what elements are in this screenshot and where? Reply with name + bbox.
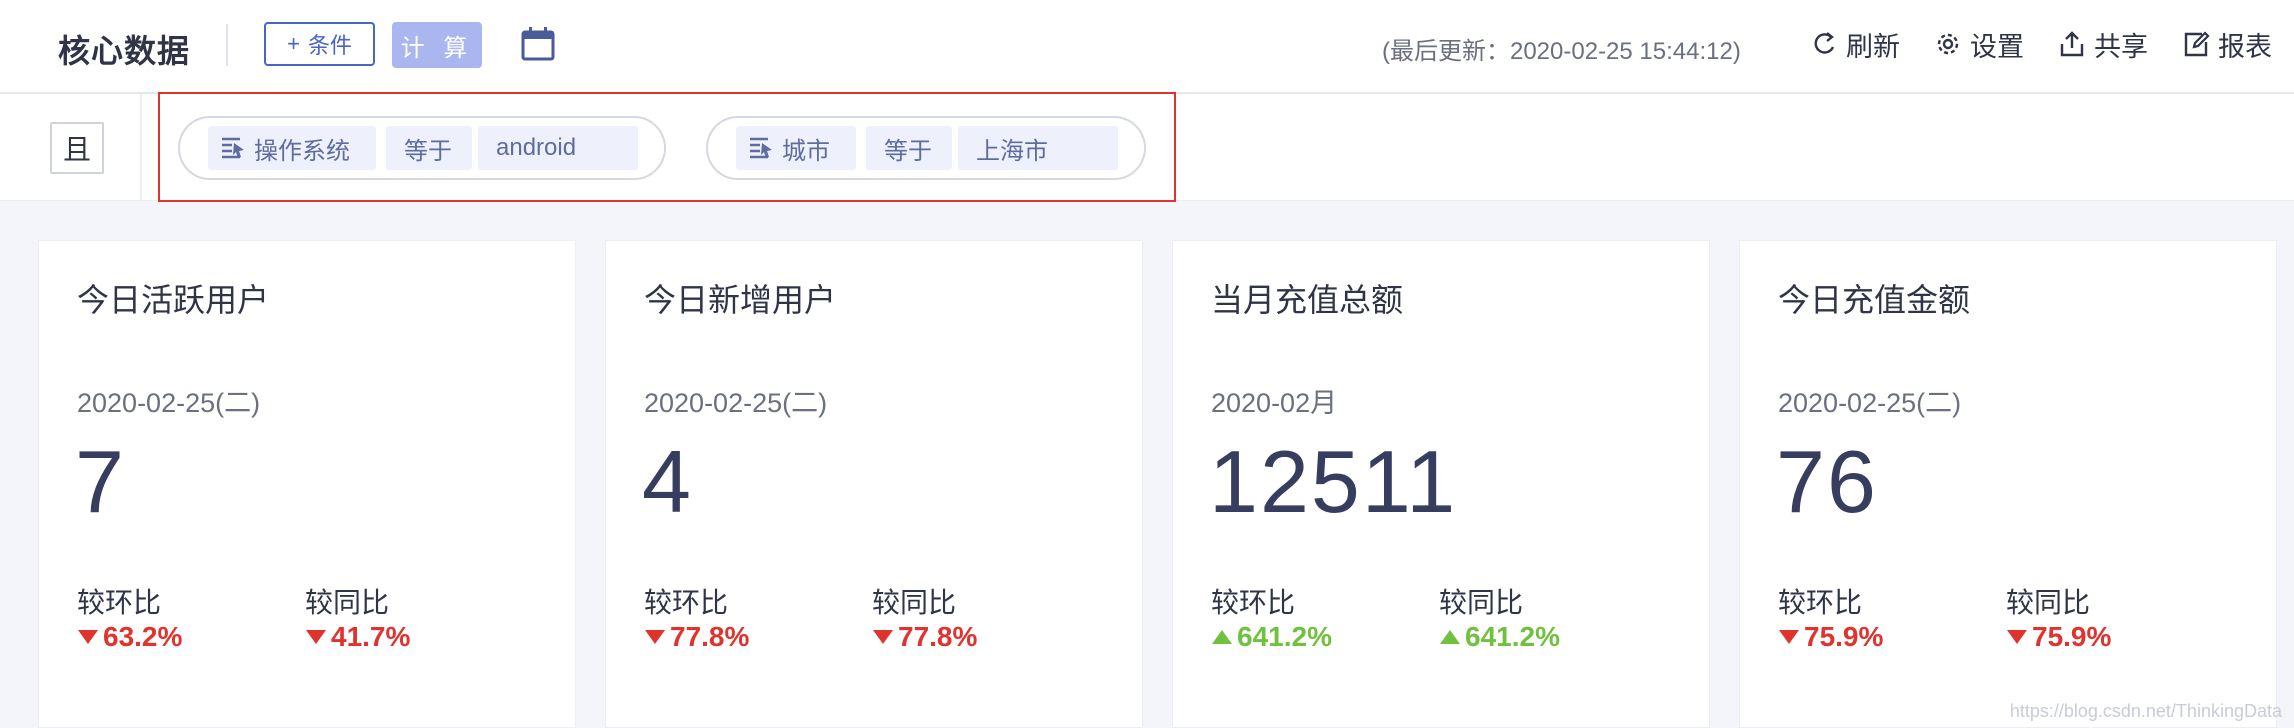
card-value: 7 (75, 432, 126, 531)
down-arrow-icon (2007, 630, 2027, 644)
calendar-icon[interactable] (520, 26, 556, 62)
yoy-label: 较同比 (1439, 587, 1524, 618)
yoy-value: 75.9% (2032, 621, 2112, 652)
condition-operator-chip[interactable]: 等于 (866, 126, 952, 170)
gear-icon (1937, 33, 1959, 55)
mom-label: 较环比 (1211, 587, 1296, 618)
page-title: 核心数据 (58, 33, 191, 69)
down-arrow-icon (873, 630, 893, 644)
condition-operator-chip[interactable]: 等于 (386, 126, 472, 170)
last-update-timestamp: (最后更新：2020-02-25 15:44:12) (1382, 38, 1741, 65)
mom-value: 75.9% (1804, 621, 1884, 652)
refresh-button[interactable]: 刷新 (1810, 26, 1900, 62)
condition-field-chip[interactable]: 操作系统 (208, 126, 376, 170)
report-button[interactable]: 报表 (2182, 26, 2272, 62)
yoy-value: 41.7% (331, 621, 411, 652)
top-header: 核心数据 + 条件 计 算 (最后更新：2020-02-25 15:44:12)… (0, 0, 2294, 94)
edit-report-icon (2184, 31, 2210, 57)
mom-change: 641.2% (1211, 621, 1332, 653)
condition-field-chip[interactable]: 城市 (736, 126, 856, 170)
add-condition-button[interactable]: + 条件 (264, 22, 375, 66)
refresh-icon (1814, 32, 1835, 54)
metric-card[interactable]: 今日新增用户 2020-02-25(二) 4 较环比 较同比 77.8% 77.8% (605, 240, 1143, 728)
watermark: https://blog.csdn.net/ThinkingData (2009, 701, 2282, 721)
yoy-change: 77.8% (872, 621, 977, 653)
yoy-label: 较同比 (305, 587, 390, 618)
card-value: 4 (642, 432, 693, 531)
condition-pill-os[interactable]: 操作系统 等于 android (178, 116, 666, 180)
settings-label: 设置 (1970, 31, 2024, 62)
up-arrow-icon (1212, 630, 1232, 644)
report-label: 报表 (2218, 31, 2272, 62)
refresh-label: 刷新 (1846, 31, 1900, 62)
card-date: 2020-02-25(二) (77, 388, 261, 418)
plus-icon: + (287, 31, 300, 56)
yoy-label: 较同比 (2006, 587, 2091, 618)
yoy-label: 较同比 (872, 587, 957, 618)
title-divider (226, 24, 228, 66)
down-arrow-icon (306, 630, 326, 644)
card-value: 12511 (1209, 432, 1458, 531)
card-title: 今日充值金额 (1778, 282, 1971, 318)
mom-label: 较环比 (644, 587, 729, 618)
card-date: 2020-02-25(二) (1778, 388, 1962, 418)
mom-value: 641.2% (1237, 621, 1332, 652)
condition-pill-city[interactable]: 城市 等于 上海市 (706, 116, 1146, 180)
yoy-value: 77.8% (898, 621, 978, 652)
logic-and-toggle[interactable]: 且 (50, 122, 104, 174)
add-condition-label: 条件 (307, 33, 352, 58)
share-icon (2060, 31, 2084, 57)
up-arrow-icon (1440, 630, 1460, 644)
mom-change: 77.8% (644, 621, 749, 653)
field-select-icon (222, 137, 244, 159)
metric-card[interactable]: 今日充值金额 2020-02-25(二) 76 较环比 较同比 75.9% 75.9% (1739, 240, 2277, 728)
yoy-change: 641.2% (1439, 621, 1560, 653)
metric-card[interactable]: 今日活跃用户 2020-02-25(二) 7 较环比 较同比 63.2% 41.7% (38, 240, 576, 728)
down-arrow-icon (78, 630, 98, 644)
yoy-value: 641.2% (1465, 621, 1560, 652)
mom-value: 63.2% (103, 621, 183, 652)
card-date: 2020-02月 (1211, 388, 1338, 418)
yoy-change: 75.9% (2006, 621, 2111, 653)
metric-card[interactable]: 当月充值总额 2020-02月 12511 较环比 较同比 641.2% 641.2% (1172, 240, 1710, 728)
card-title: 当月充值总额 (1211, 282, 1404, 318)
down-arrow-icon (645, 630, 665, 644)
down-arrow-icon (1779, 630, 1799, 644)
mom-change: 75.9% (1778, 621, 1883, 653)
mom-label: 较环比 (1778, 587, 1863, 618)
condition-field-label: 操作系统 (254, 137, 350, 165)
condition-value-chip[interactable]: 上海市 (958, 126, 1118, 170)
card-date: 2020-02-25(二) (644, 388, 828, 418)
card-title: 今日新增用户 (644, 282, 837, 318)
compute-button[interactable]: 计 算 (392, 22, 482, 68)
card-title: 今日活跃用户 (77, 282, 270, 318)
settings-button[interactable]: 设置 (1934, 26, 2024, 62)
mom-value: 77.8% (670, 621, 750, 652)
condition-value-chip[interactable]: android (478, 126, 638, 170)
mom-change: 63.2% (77, 621, 182, 653)
condition-field-label: 城市 (782, 137, 830, 165)
yoy-change: 41.7% (305, 621, 410, 653)
field-select-icon (750, 137, 772, 159)
filter-divider (140, 94, 142, 200)
card-value: 76 (1776, 432, 1878, 531)
share-button[interactable]: 共享 (2058, 26, 2148, 62)
mom-label: 较环比 (77, 587, 162, 618)
share-label: 共享 (2094, 31, 2148, 62)
